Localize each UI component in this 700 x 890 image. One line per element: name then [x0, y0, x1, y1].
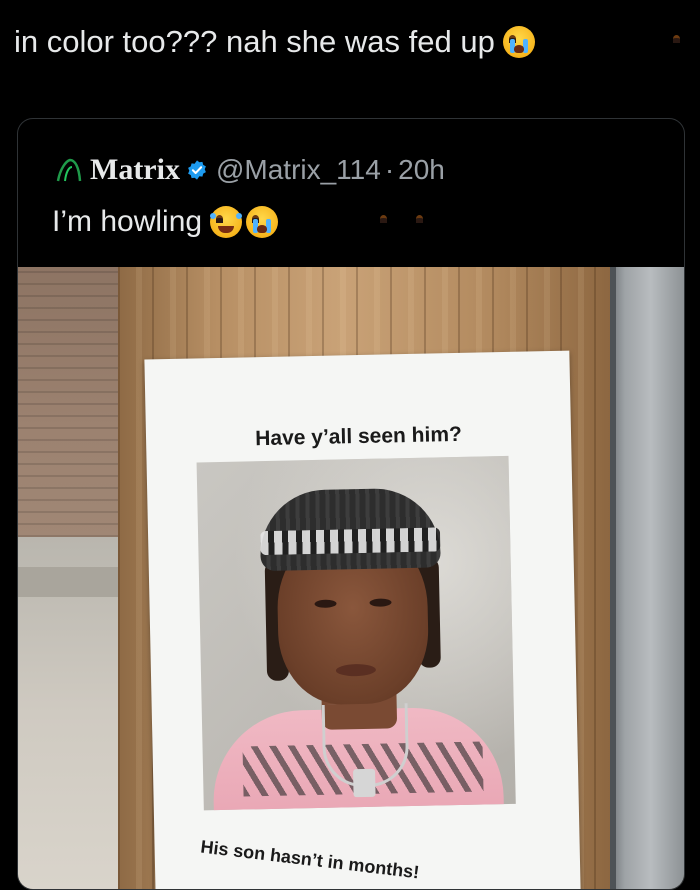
tears-of-joy-emoji-icon	[210, 206, 388, 238]
quoted-tweet-text-content: I’m howling	[52, 205, 203, 238]
beanie-band	[260, 527, 441, 556]
separator-dot: ·	[384, 154, 395, 185]
handle[interactable]: @Matrix_114	[216, 154, 381, 186]
missing-flyer: Have y’all seen him? His son hasn’t in m…	[144, 350, 581, 889]
tweet-text: in color too??? nah she was fed up	[14, 24, 680, 60]
display-name[interactable]: Matrix	[90, 153, 180, 187]
flyer-portrait	[196, 455, 516, 811]
pendant	[353, 768, 376, 798]
metal-box	[610, 267, 684, 889]
quoted-tweet-header: Matrix @Matrix_114 · 20h	[54, 153, 445, 187]
quoted-tweet-card[interactable]: Matrix @Matrix_114 · 20h I’m howling Hav…	[17, 118, 685, 890]
curb	[18, 567, 128, 597]
flyer-caption: His son hasn’t in months!	[199, 836, 421, 883]
loudly-crying-emoji-icon	[502, 26, 680, 58]
attached-photo[interactable]: Have y’all seen him? His son hasn’t in m…	[18, 267, 684, 889]
flyer-title: Have y’all seen him?	[255, 422, 463, 451]
verified-badge-icon	[188, 160, 206, 180]
loudly-crying-emoji-icon	[246, 206, 424, 238]
brick-wall	[18, 267, 123, 537]
tweet-text-content: in color too??? nah she was fed up	[14, 24, 495, 59]
metal-box-edge	[610, 267, 616, 889]
avatar-icon[interactable]	[54, 155, 84, 185]
timestamp[interactable]: 20h	[398, 154, 445, 186]
quoted-tweet-text: I’m howling	[52, 205, 424, 239]
